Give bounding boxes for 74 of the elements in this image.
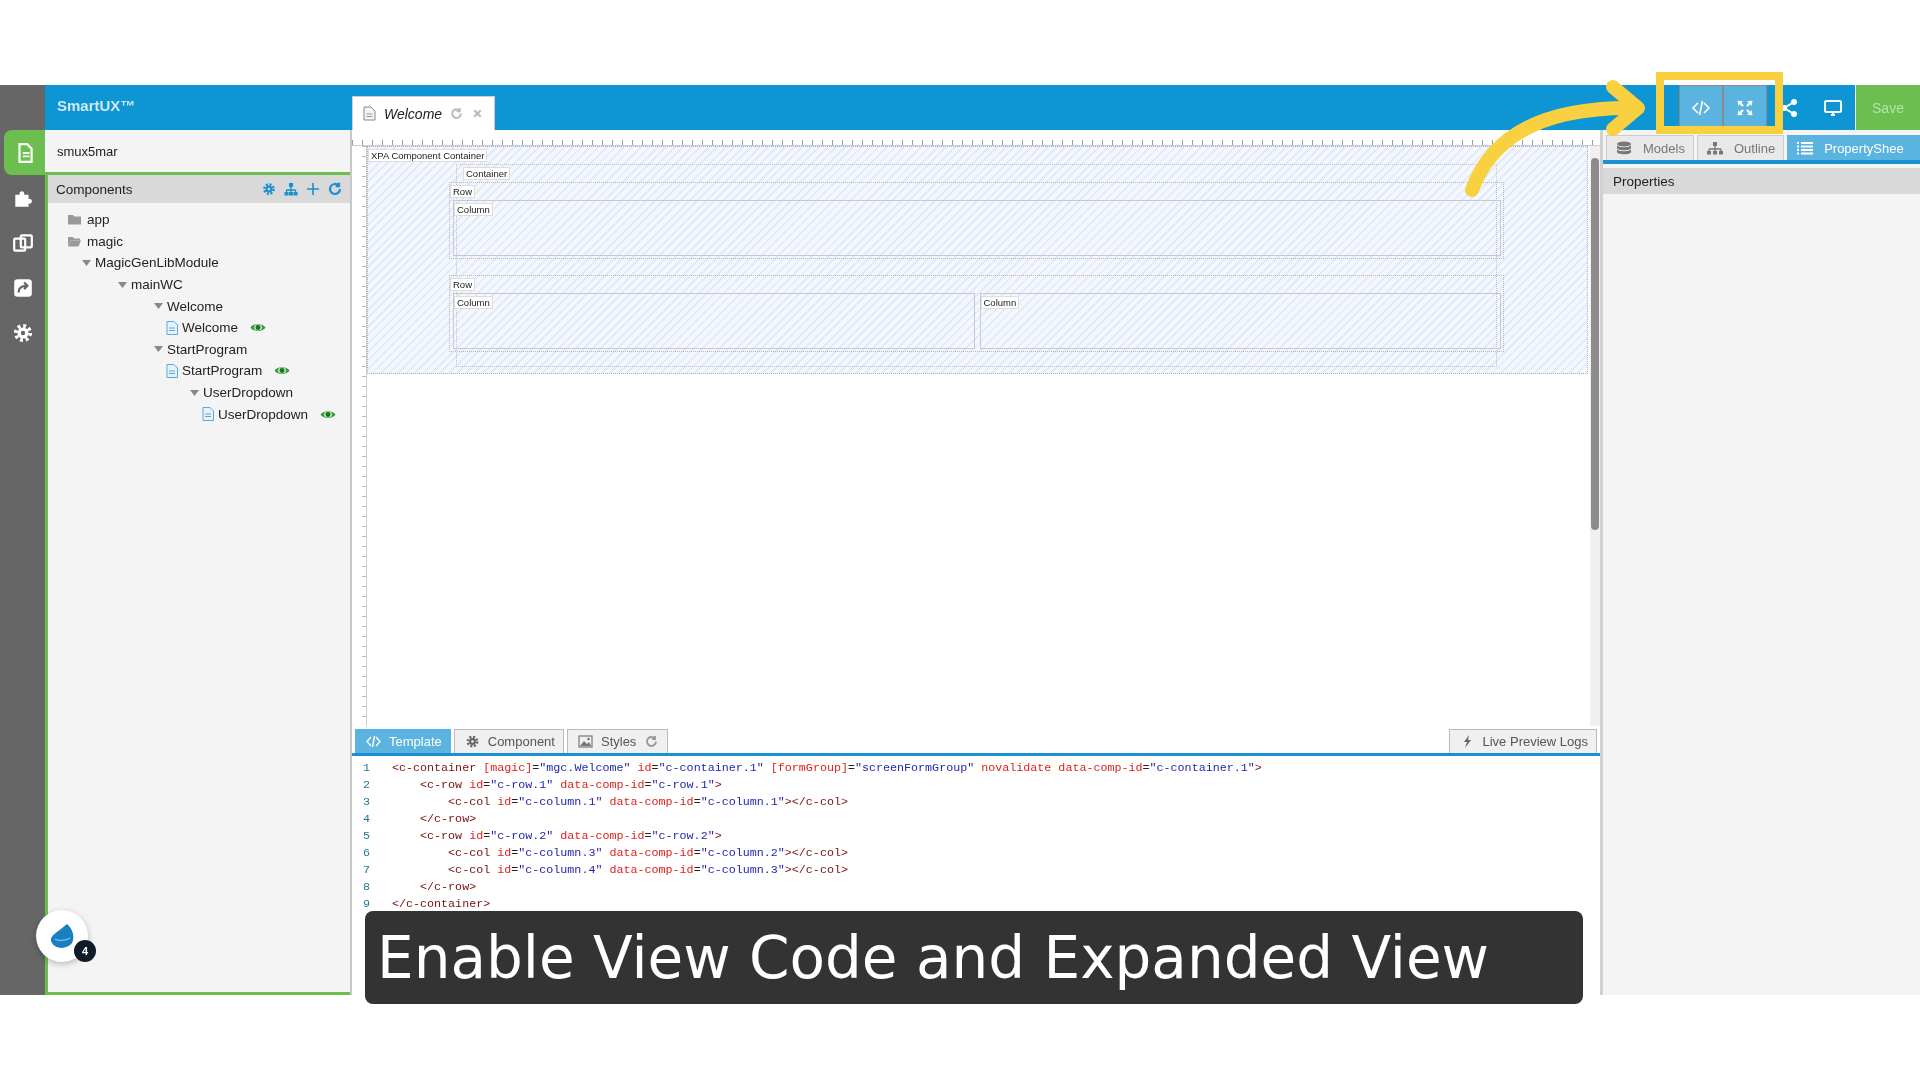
monitor-icon	[1823, 97, 1843, 118]
tree-item[interactable]: StartProgram	[166, 360, 350, 382]
plus-icon[interactable]	[306, 182, 320, 196]
line-number: 5	[362, 828, 371, 843]
code-line: </c-row>	[419, 880, 477, 895]
document-tab[interactable]: Welcome	[352, 96, 496, 130]
line-number: 6	[362, 846, 371, 860]
frame-label: Column	[980, 296, 1020, 309]
tree-item[interactable]: Welcome	[166, 316, 350, 339]
code-line: <c-row id="c-row.1" data-comp-id="c-row.1">	[419, 777, 722, 792]
panel-heading: Properties	[1603, 168, 1920, 194]
code-line: </c-container>	[392, 897, 491, 912]
tree-item[interactable]: MagicGenLibModule	[82, 252, 350, 274]
line-number: 2	[362, 777, 371, 792]
app-title: SmartUX™	[56, 96, 137, 116]
panel-tab[interactable]: Models	[1606, 135, 1694, 160]
file-icon	[166, 320, 178, 335]
frame-label: XPA Component Container	[368, 149, 488, 162]
caption: Enable View Code and Expanded View	[365, 911, 1583, 1004]
line-number: 3	[362, 794, 371, 809]
panel-title: Components	[56, 181, 133, 197]
line-number: 1	[362, 760, 371, 775]
frame-label: Container	[463, 167, 511, 180]
scrollbar[interactable]	[1590, 146, 1600, 726]
share-icon	[11, 276, 34, 299]
tree-item[interactable]: StartProgram	[154, 338, 350, 361]
column-frame[interactable]: Column	[453, 293, 975, 349]
hierarchy-icon	[1705, 141, 1724, 155]
expand-icon	[1735, 97, 1755, 118]
editor-tab[interactable]: Styles	[566, 729, 669, 753]
file-icon	[202, 407, 214, 422]
frame-label: Column	[454, 296, 493, 309]
code-icon	[366, 735, 381, 748]
tree-item[interactable]: Welcome	[154, 295, 350, 317]
panel-tab[interactable]: Outline	[1696, 135, 1785, 160]
settings-icon	[11, 321, 34, 344]
refresh-icon	[644, 735, 660, 748]
code-line: </c-row>	[419, 811, 477, 826]
tree-item[interactable]: UserDropdown	[202, 403, 350, 425]
tree-item[interactable]: UserDropdown	[190, 381, 350, 404]
hierarchy-icon[interactable]	[284, 182, 298, 196]
copy-icon	[11, 231, 34, 254]
tree-item[interactable]: magic	[68, 230, 350, 253]
image-icon	[577, 735, 593, 748]
file-icon	[166, 363, 178, 378]
list-icon	[1796, 141, 1815, 155]
sidebar-button[interactable]	[4, 130, 45, 175]
code-line: <c-row id="c-row.2" data-comp-id="c-row.2">	[419, 828, 722, 843]
line-number: 8	[362, 880, 371, 895]
code-line: <c-col id="c-column.3" data-comp-id="c-column.2"></c-col>	[447, 846, 848, 860]
code-line: <c-col id="c-column.4" data-comp-id="c-column.3"></c-col>	[447, 863, 848, 878]
row-frame[interactable]: Row Column Column	[449, 275, 1504, 352]
component-container[interactable]: XPA Component Container Container Row Column Row Column Column	[367, 146, 1588, 374]
column-frame[interactable]: Column	[453, 200, 1501, 256]
line-number: 4	[362, 811, 371, 826]
settings-icon	[464, 735, 480, 748]
frame-label: Row	[450, 185, 475, 198]
column-frame[interactable]: Column	[979, 293, 1501, 349]
tree-item[interactable]: app	[68, 209, 350, 231]
frame-label: Row	[450, 278, 475, 291]
refresh-icon	[450, 106, 464, 121]
code-line: <c-container [magic]="mgc.Welcome" id="c-container.1" [formGroup]="screenFormGroup" novalidate data-comp-id="c-container.1">	[392, 760, 1262, 775]
file-icon	[363, 106, 376, 121]
settings-icon[interactable]	[262, 182, 276, 196]
live-preview-logs-button[interactable]: Live Preview Logs	[1448, 729, 1597, 753]
editor-tab[interactable]: Component	[453, 729, 564, 753]
tree-item[interactable]: mainWC	[118, 273, 350, 296]
line-number: 7	[362, 863, 371, 878]
frame-label: Column	[454, 203, 493, 216]
code-line: <c-col id="c-column.1" data-comp-id="c-column.1"></c-col>	[447, 794, 848, 809]
refresh-icon[interactable]	[328, 182, 342, 196]
database-icon	[1615, 141, 1633, 155]
line-number: 9	[362, 897, 371, 912]
row-frame[interactable]: Row Column	[449, 182, 1504, 259]
